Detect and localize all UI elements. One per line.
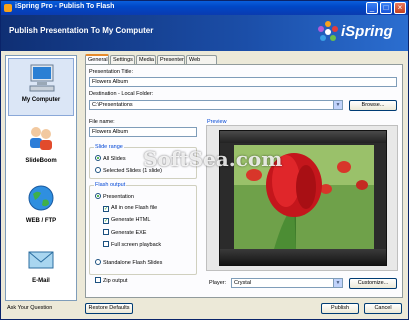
checkbox-empty-icon bbox=[95, 277, 101, 283]
player-select[interactable]: Crystal ▼ bbox=[231, 278, 343, 288]
checkbox-empty-icon bbox=[103, 229, 109, 235]
cancel-button[interactable]: Cancel bbox=[364, 303, 402, 314]
app-icon bbox=[4, 4, 12, 12]
header-banner: Publish Presentation To My Computer iSpr… bbox=[1, 15, 408, 51]
maximize-button[interactable]: □ bbox=[380, 2, 392, 14]
nav-label: SlideBoom bbox=[25, 158, 57, 164]
chevron-down-icon[interactable]: ▼ bbox=[333, 101, 342, 109]
zip-output-checkbox[interactable]: Zip output bbox=[95, 277, 127, 285]
nav-label: E-Mail bbox=[32, 278, 50, 284]
watermark-text: SoftSea.com bbox=[143, 147, 283, 171]
checkmark-icon: ✓ bbox=[103, 206, 109, 212]
generate-exe-checkbox[interactable]: Generate EXE bbox=[103, 229, 146, 237]
presentation-radio[interactable]: Presentation bbox=[95, 193, 134, 201]
publish-button[interactable]: Publish bbox=[321, 303, 359, 314]
file-name-label: File name: bbox=[89, 119, 115, 125]
minimize-button[interactable]: _ bbox=[366, 2, 378, 14]
player-label: Player: bbox=[209, 280, 227, 286]
nav-item-slideboom[interactable]: SlideBoom bbox=[8, 120, 74, 178]
restore-defaults-button[interactable]: Restore Defaults bbox=[85, 303, 133, 314]
radio-empty-icon bbox=[95, 167, 101, 173]
browse-button[interactable]: Browse... bbox=[349, 100, 397, 111]
chevron-down-icon[interactable]: ▼ bbox=[333, 279, 342, 287]
radio-empty-icon bbox=[95, 259, 101, 265]
users-icon bbox=[30, 127, 52, 150]
all-slides-radio[interactable]: All Slides bbox=[95, 155, 126, 163]
presentation-title-label: Presentation Title: bbox=[89, 69, 134, 75]
radio-selected-icon bbox=[95, 193, 101, 199]
ispring-logo-icon bbox=[318, 21, 338, 41]
globe-icon bbox=[28, 185, 54, 211]
destination-value: C:\Presentations bbox=[92, 102, 133, 108]
ask-question-link[interactable]: Ask Your Question bbox=[7, 305, 52, 311]
option-label: Standalone Flash Slides bbox=[103, 260, 163, 266]
option-label: All Slides bbox=[103, 156, 126, 162]
checkmark-icon: ✓ bbox=[103, 218, 109, 224]
option-label: Generate EXE bbox=[111, 230, 147, 236]
app-window: iSpring Pro - Publish To Flash _ □ × Pub… bbox=[0, 0, 409, 320]
checkbox-empty-icon bbox=[103, 241, 109, 247]
radio-selected-icon bbox=[95, 155, 101, 161]
page-title: Publish Presentation To My Computer bbox=[9, 26, 154, 35]
option-label: Zip output bbox=[103, 278, 128, 284]
option-label: Full screen playback bbox=[111, 242, 162, 248]
destination-label: Destination - Local Folder: bbox=[89, 91, 154, 97]
option-label: Presentation bbox=[103, 194, 134, 200]
player-controls-bar bbox=[220, 249, 386, 265]
title-bar: iSpring Pro - Publish To Flash _ □ × bbox=[1, 1, 408, 15]
mail-icon bbox=[28, 251, 54, 269]
close-button[interactable]: × bbox=[394, 2, 406, 14]
standalone-radio[interactable]: Standalone Flash Slides bbox=[95, 259, 162, 267]
player-select-value: Crystal bbox=[234, 280, 252, 286]
ispring-logo: iSpring bbox=[341, 23, 393, 40]
full-screen-checkbox[interactable]: Full screen playback bbox=[103, 241, 161, 249]
computer-icon bbox=[29, 64, 55, 92]
generate-html-checkbox[interactable]: ✓ Generate HTML bbox=[103, 217, 150, 224]
nav-item-email[interactable]: E-Mail bbox=[8, 240, 74, 298]
nav-label: My Computer bbox=[21, 97, 61, 103]
slide-range-title: Slide range bbox=[94, 144, 124, 150]
customize-button[interactable]: Customize... bbox=[349, 278, 397, 289]
all-in-one-checkbox[interactable]: ✓ All in one Flash file bbox=[103, 205, 157, 212]
file-name-input[interactable]: Flowers Album bbox=[89, 127, 197, 137]
nav-item-my-computer[interactable]: My Computer bbox=[8, 58, 74, 116]
presentation-title-input[interactable]: Flowers Album bbox=[89, 77, 397, 87]
option-label: All in one Flash file bbox=[111, 205, 158, 211]
option-label: Generate HTML bbox=[111, 217, 151, 223]
nav-label: WEB / FTP bbox=[25, 218, 57, 224]
player-top-bar bbox=[220, 131, 386, 143]
destination-combo[interactable]: C:\Presentations ▼ bbox=[89, 100, 343, 110]
publish-target-nav: My Computer SlideBoom WEB / FTP E-Mail bbox=[5, 55, 77, 301]
window-title: iSpring Pro - Publish To Flash bbox=[15, 3, 115, 10]
flash-output-title: Flash output bbox=[94, 182, 127, 188]
nav-item-web-ftp[interactable]: WEB / FTP bbox=[8, 180, 74, 238]
